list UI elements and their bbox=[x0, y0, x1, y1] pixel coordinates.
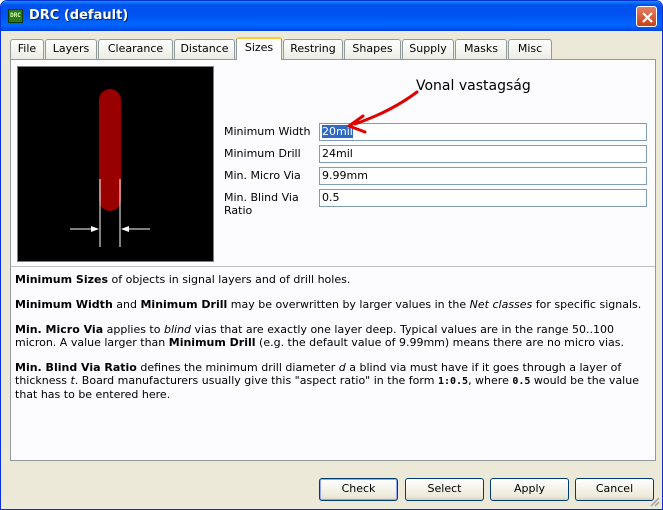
tab-shapes[interactable]: Shapes bbox=[344, 39, 401, 59]
trace-shape bbox=[99, 89, 121, 211]
check-button[interactable]: Check bbox=[319, 478, 398, 501]
drc-dialog: DRC DRC (default) File Layers Clearance … bbox=[0, 0, 663, 510]
tab-layers[interactable]: Layers bbox=[45, 39, 97, 59]
tab-file[interactable]: File bbox=[10, 39, 44, 59]
help-paragraph: Min. Micro Via applies to blind vias tha… bbox=[15, 323, 625, 349]
min-micro-via-input[interactable]: 9.99mm bbox=[319, 167, 647, 185]
tab-clearance[interactable]: Clearance bbox=[98, 39, 173, 59]
help-paragraph: Min. Blind Via Ratio defines the minimum… bbox=[15, 361, 639, 401]
help-paragraph: Minimum Sizes of objects in signal layer… bbox=[15, 273, 351, 286]
minimum-drill-input[interactable]: 24mil bbox=[319, 145, 647, 163]
close-icon bbox=[642, 12, 653, 23]
cancel-button[interactable]: Cancel bbox=[575, 478, 654, 501]
sizes-panel: Vonal vastagság Minimum Width 20mil Mini… bbox=[10, 59, 656, 461]
resize-grip-icon[interactable] bbox=[648, 495, 660, 507]
help-paragraph: Minimum Width and Minimum Drill may be o… bbox=[15, 298, 642, 311]
minimum-drill-label: Minimum Drill bbox=[224, 147, 301, 160]
tab-sizes[interactable]: Sizes bbox=[236, 37, 282, 60]
annotation-text: Vonal vastagság bbox=[416, 78, 531, 94]
tab-masks[interactable]: Masks bbox=[455, 39, 507, 59]
help-text: Minimum Sizes of objects in signal layer… bbox=[11, 266, 655, 461]
min-blind-via-ratio-input[interactable]: 0.5 bbox=[319, 189, 647, 207]
title-bar[interactable]: DRC DRC (default) bbox=[1, 1, 662, 31]
app-icon: DRC bbox=[8, 9, 23, 23]
apply-button[interactable]: Apply bbox=[490, 478, 569, 501]
select-button[interactable]: Select bbox=[405, 478, 484, 501]
red-arrow-annotation bbox=[347, 90, 419, 134]
size-preview-image bbox=[17, 66, 214, 262]
min-blind-via-ratio-label: Min. Blind Via Ratio bbox=[224, 191, 299, 217]
tab-distance[interactable]: Distance bbox=[174, 39, 235, 59]
min-micro-via-label: Min. Micro Via bbox=[224, 169, 301, 182]
tab-restring[interactable]: Restring bbox=[283, 39, 343, 59]
close-button[interactable] bbox=[636, 6, 657, 27]
window-title: DRC (default) bbox=[29, 8, 129, 23]
tab-misc[interactable]: Misc bbox=[508, 39, 552, 59]
trace-diagram bbox=[70, 89, 150, 247]
tab-supply[interactable]: Supply bbox=[402, 39, 454, 59]
minimum-width-label: Minimum Width bbox=[224, 125, 311, 138]
